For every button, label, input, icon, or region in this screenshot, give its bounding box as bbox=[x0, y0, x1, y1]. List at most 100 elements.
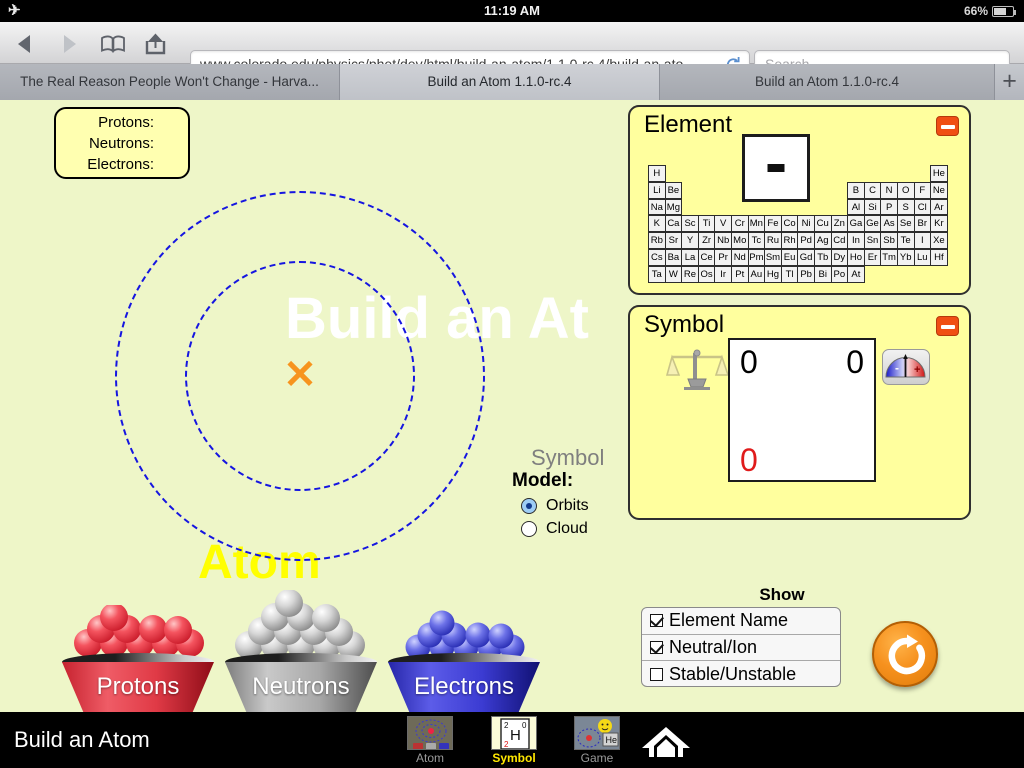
periodic-cell-be[interactable]: Be bbox=[664, 181, 683, 199]
symbol-panel-minimize-icon[interactable] bbox=[936, 316, 959, 336]
periodic-cell-sn[interactable]: Sn bbox=[863, 232, 882, 249]
periodic-cell-ag[interactable]: Ag bbox=[813, 232, 832, 249]
browser-tab-2[interactable]: Build an Atom 1.1.0-rc.4 bbox=[340, 64, 660, 100]
periodic-cell-ar[interactable]: Ar bbox=[930, 198, 948, 216]
show-row-element-name[interactable]: Element Name bbox=[642, 608, 840, 635]
periodic-cell-zn[interactable]: Zn bbox=[830, 215, 849, 233]
periodic-cell-kr[interactable]: Kr bbox=[930, 215, 948, 233]
radio-orbits-indicator[interactable] bbox=[521, 498, 537, 514]
periodic-cell-sr[interactable]: Sr bbox=[664, 232, 683, 249]
browser-tab-3[interactable]: Build an Atom 1.1.0-rc.4 bbox=[660, 64, 995, 100]
periodic-table[interactable]: H He Li Be B C N O F Ne Na Mg Al Si P S Cl Ar K Ca Sc Ti V Cr Mn… bbox=[648, 165, 948, 283]
new-tab-button[interactable]: + bbox=[995, 64, 1024, 100]
element-panel-minimize-icon[interactable] bbox=[936, 116, 959, 136]
radio-orbits[interactable]: Orbits bbox=[521, 497, 589, 515]
periodic-cell-k[interactable]: K bbox=[648, 215, 666, 233]
periodic-cell-in[interactable]: In bbox=[847, 232, 865, 249]
periodic-cell-cd[interactable]: Cd bbox=[830, 232, 849, 249]
periodic-cell-pt[interactable]: Pt bbox=[730, 265, 749, 283]
share-icon[interactable] bbox=[143, 32, 169, 56]
sim-tab-symbol[interactable]: 2 0 H 2 Symbol bbox=[482, 716, 546, 765]
periodic-cell-hf[interactable]: Hf bbox=[930, 248, 948, 266]
periodic-cell-ti[interactable]: Ti bbox=[697, 215, 716, 233]
show-row-stable-unstable[interactable]: Stable/Unstable bbox=[642, 661, 840, 686]
periodic-cell-ho[interactable]: Ho bbox=[847, 248, 865, 266]
periodic-cell-co[interactable]: Co bbox=[780, 215, 799, 233]
back-arrow-icon[interactable] bbox=[12, 32, 38, 56]
periodic-cell-li[interactable]: Li bbox=[648, 181, 666, 199]
periodic-cell-ir[interactable]: Ir bbox=[714, 265, 732, 283]
periodic-cell-cs[interactable]: Cs bbox=[648, 248, 666, 266]
periodic-cell-tm[interactable]: Tm bbox=[880, 248, 898, 266]
periodic-cell-os[interactable]: Os bbox=[697, 265, 716, 283]
periodic-cell-si[interactable]: Si bbox=[863, 198, 882, 216]
checkbox-icon[interactable] bbox=[650, 667, 663, 681]
periodic-cell-cr[interactable]: Cr bbox=[730, 215, 749, 233]
periodic-cell-yb[interactable]: Yb bbox=[896, 248, 915, 266]
periodic-cell-ru[interactable]: Ru bbox=[764, 232, 782, 249]
bucket-protons-bowl[interactable]: Protons bbox=[62, 653, 214, 712]
periodic-cell-na[interactable]: Na bbox=[648, 198, 666, 216]
periodic-cell-br[interactable]: Br bbox=[913, 215, 932, 233]
periodic-cell-sc[interactable]: Sc bbox=[681, 215, 699, 233]
periodic-cell-w[interactable]: W bbox=[664, 265, 683, 283]
periodic-cell-ca[interactable]: Ca bbox=[664, 215, 683, 233]
periodic-cell-la[interactable]: La bbox=[681, 248, 699, 266]
periodic-cell-pr[interactable]: Pr bbox=[714, 248, 732, 266]
radio-cloud-indicator[interactable] bbox=[521, 521, 537, 537]
periodic-cell-o[interactable]: O bbox=[896, 181, 915, 199]
bucket-protons[interactable]: Protons bbox=[62, 603, 214, 712]
show-row-neutral-ion[interactable]: Neutral/Ion bbox=[642, 635, 840, 662]
periodic-cell-pm[interactable]: Pm bbox=[747, 248, 766, 266]
periodic-cell-tc[interactable]: Tc bbox=[747, 232, 766, 249]
bucket-neutrons-bowl[interactable]: Neutrons bbox=[225, 653, 377, 712]
periodic-cell-pb[interactable]: Pb bbox=[797, 265, 815, 283]
periodic-cell-v[interactable]: V bbox=[714, 215, 732, 233]
checkbox-icon[interactable] bbox=[650, 640, 663, 654]
periodic-cell-he[interactable]: He bbox=[930, 165, 948, 182]
periodic-cell-zr[interactable]: Zr bbox=[697, 232, 716, 249]
periodic-cell-cl[interactable]: Cl bbox=[913, 198, 932, 216]
periodic-cell-eu[interactable]: Eu bbox=[780, 248, 799, 266]
forward-arrow-icon[interactable] bbox=[56, 32, 82, 56]
periodic-cell-y[interactable]: Y bbox=[681, 232, 699, 249]
periodic-cell-h[interactable]: H bbox=[648, 165, 666, 182]
periodic-cell-tb[interactable]: Tb bbox=[813, 248, 832, 266]
periodic-cell-sm[interactable]: Sm bbox=[764, 248, 782, 266]
book-icon[interactable] bbox=[100, 32, 126, 56]
bucket-electrons[interactable]: Electrons bbox=[388, 605, 540, 712]
periodic-cell-ne[interactable]: Ne bbox=[930, 181, 948, 199]
periodic-cell-bi[interactable]: Bi bbox=[813, 265, 832, 283]
periodic-cell-ga[interactable]: Ga bbox=[847, 215, 865, 233]
periodic-cell-ta[interactable]: Ta bbox=[648, 265, 666, 283]
periodic-cell-dy[interactable]: Dy bbox=[830, 248, 849, 266]
periodic-cell-ce[interactable]: Ce bbox=[697, 248, 716, 266]
periodic-cell-gd[interactable]: Gd bbox=[797, 248, 815, 266]
sim-tab-atom[interactable]: Atom bbox=[398, 716, 462, 765]
periodic-cell-nb[interactable]: Nb bbox=[714, 232, 732, 249]
periodic-cell-f[interactable]: F bbox=[913, 181, 932, 199]
reset-all-button[interactable] bbox=[872, 621, 938, 687]
radio-cloud[interactable]: Cloud bbox=[521, 520, 589, 538]
periodic-cell-nd[interactable]: Nd bbox=[730, 248, 749, 266]
periodic-cell-rb[interactable]: Rb bbox=[648, 232, 666, 249]
bucket-neutrons[interactable]: Neutrons bbox=[225, 589, 377, 712]
periodic-cell-b[interactable]: B bbox=[847, 181, 865, 199]
periodic-cell-se[interactable]: Se bbox=[896, 215, 915, 233]
periodic-cell-cu[interactable]: Cu bbox=[813, 215, 832, 233]
periodic-cell-at[interactable]: At bbox=[847, 265, 865, 283]
periodic-cell-ni[interactable]: Ni bbox=[797, 215, 815, 233]
periodic-cell-er[interactable]: Er bbox=[863, 248, 882, 266]
periodic-cell-p[interactable]: P bbox=[880, 198, 898, 216]
periodic-cell-mn[interactable]: Mn bbox=[747, 215, 766, 233]
periodic-cell-te[interactable]: Te bbox=[896, 232, 915, 249]
periodic-cell-mg[interactable]: Mg bbox=[664, 198, 683, 216]
periodic-cell-rh[interactable]: Rh bbox=[780, 232, 799, 249]
sim-tab-game[interactable]: He Game bbox=[565, 716, 629, 765]
periodic-cell-as[interactable]: As bbox=[880, 215, 898, 233]
periodic-cell-ge[interactable]: Ge bbox=[863, 215, 882, 233]
periodic-cell-n[interactable]: N bbox=[880, 181, 898, 199]
browser-tab-1[interactable]: The Real Reason People Won't Change - Ha… bbox=[0, 64, 340, 100]
neutron-pile[interactable] bbox=[225, 589, 377, 659]
periodic-cell-mo[interactable]: Mo bbox=[730, 232, 749, 249]
